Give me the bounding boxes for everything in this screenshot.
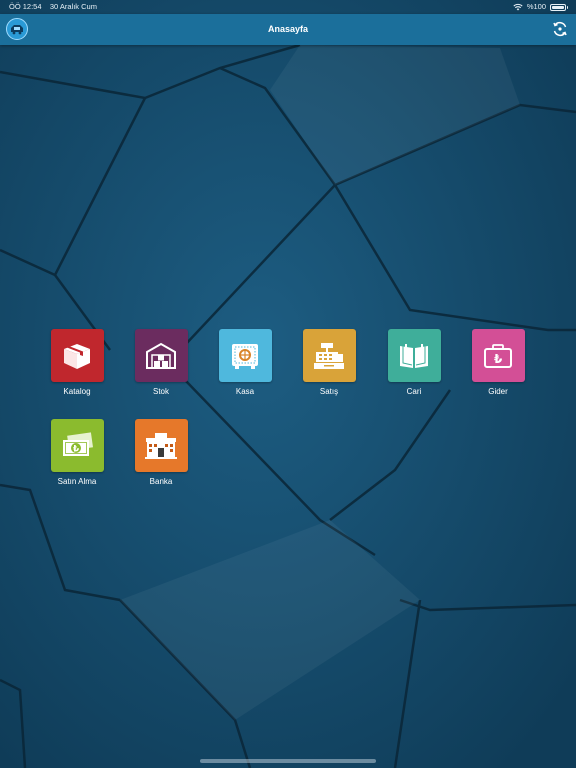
satin-alma-tile-icon: ₺ (50, 419, 104, 472)
tile-satin-alma[interactable]: ₺ Satın Alma (45, 419, 109, 486)
tile-stok[interactable]: Stok (129, 329, 193, 396)
tile-label-satin-alma: Satın Alma (57, 477, 97, 486)
svg-text:₺: ₺ (494, 352, 503, 366)
safe-icon (232, 343, 258, 369)
tile-label-gider: Gider (488, 387, 508, 396)
battery-icon (550, 3, 568, 11)
book-icon (400, 343, 428, 368)
battery-percent: %100 (526, 2, 546, 11)
wifi-icon (513, 3, 523, 11)
kasa-tile-icon (218, 329, 272, 382)
module-grid: Katalog Stok Kasa Satış Cari ₺ Gider ₺ S… (0, 0, 576, 768)
katalog-tile-icon (50, 329, 104, 382)
satis-tile-icon (302, 329, 356, 382)
tile-label-katalog: Katalog (63, 387, 91, 396)
sync-icon[interactable] (551, 20, 569, 38)
briefcase-lira-icon: ₺ (484, 343, 512, 368)
bank-building-icon (145, 432, 177, 459)
tile-gider[interactable]: ₺ Gider (466, 329, 530, 396)
cash-register-icon (314, 342, 344, 369)
status-left: ÖÖ 12:54 30 Aralık Cum (9, 0, 97, 14)
lira-banknote-icon: ₺ (63, 431, 93, 456)
tile-banka[interactable]: Banka (129, 419, 193, 486)
banka-tile-icon (134, 419, 188, 472)
tile-satis[interactable]: Satış (297, 329, 361, 396)
tile-label-banka: Banka (149, 477, 173, 486)
tile-katalog[interactable]: Katalog (45, 329, 109, 396)
cari-tile-icon (387, 329, 441, 382)
status-date: 30 Aralık Cum (49, 2, 97, 11)
tile-cari[interactable]: Cari (382, 329, 446, 396)
tile-kasa[interactable]: Kasa (213, 329, 277, 396)
tile-label-stok: Stok (152, 387, 169, 396)
tile-label-cari: Cari (406, 387, 422, 396)
page-title: Anasayfa (267, 24, 309, 34)
gider-tile-icon: ₺ (471, 329, 525, 382)
tile-label-kasa: Kasa (235, 387, 255, 396)
navigation-bar: Anasayfa (0, 14, 576, 45)
status-bar: ÖÖ 12:54 30 Aralık Cum %100 (0, 0, 576, 14)
status-time: ÖÖ 12:54 (9, 2, 42, 11)
tile-label-satis: Satış (319, 387, 339, 396)
status-right: %100 (513, 0, 568, 14)
svg-text:₺: ₺ (73, 444, 80, 454)
box-icon (64, 343, 90, 369)
warehouse-icon (146, 342, 176, 369)
stok-tile-icon (134, 329, 188, 382)
home-indicator[interactable] (200, 759, 376, 763)
